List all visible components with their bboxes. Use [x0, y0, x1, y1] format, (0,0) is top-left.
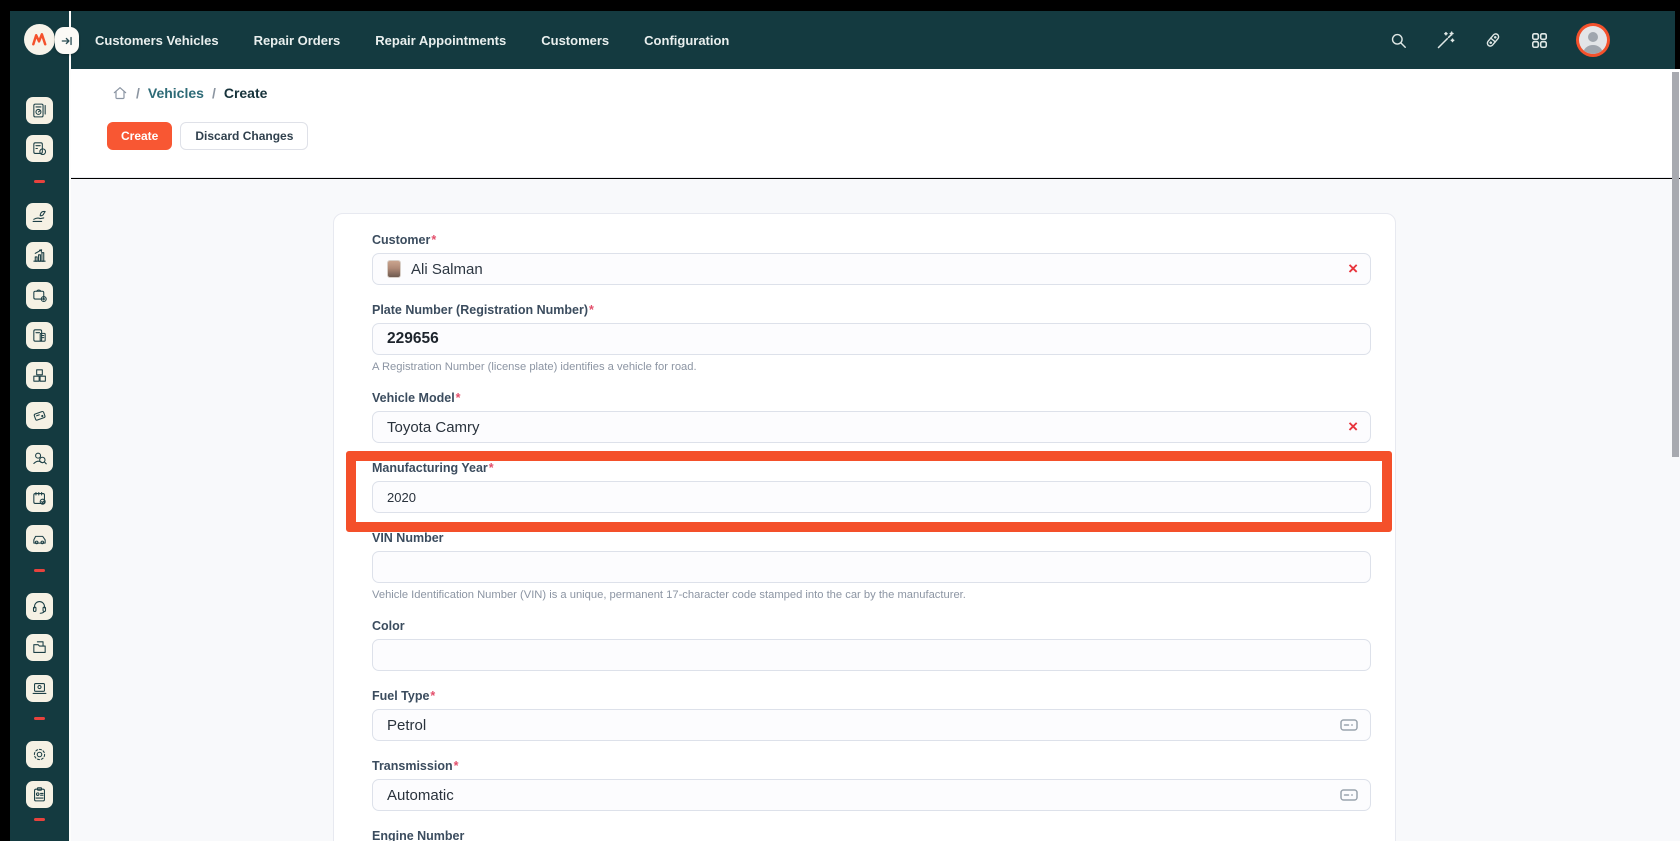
pos-terminal-icon[interactable]	[26, 402, 53, 429]
required-asterisk: *	[454, 759, 459, 773]
sidebar-separator	[34, 180, 45, 183]
nav-customers[interactable]: Customers	[541, 33, 609, 48]
manufacturing-year-input[interactable]: 2020	[372, 481, 1371, 513]
invoicing-icon[interactable]	[26, 322, 53, 349]
capsule-icon[interactable]	[1483, 30, 1503, 50]
vehicle-model-field-group: Vehicle Model* Toyota Camry ×	[372, 392, 1371, 443]
apps-grid-icon[interactable]	[1530, 31, 1549, 50]
plate-number-input[interactable]: 229656	[372, 323, 1371, 355]
required-asterisk: *	[431, 233, 436, 247]
transmission-field-group: Transmission* Automatic	[372, 760, 1371, 811]
accounting-icon[interactable]	[26, 135, 53, 162]
transmission-value: Automatic	[387, 787, 454, 804]
scale-icon[interactable]	[26, 282, 53, 309]
vehicle-model-value: Toyota Camry	[387, 419, 480, 436]
appointments-icon[interactable]	[26, 485, 53, 512]
main-menu: Customers Vehicles Repair Orders Repair …	[71, 33, 729, 48]
fuel-type-field-group: Fuel Type* Petrol	[372, 690, 1371, 741]
form-actions: Create Discard Changes	[107, 122, 308, 150]
required-asterisk: *	[430, 689, 435, 703]
breadcrumb-separator: /	[212, 85, 216, 101]
plate-number-field-group: Plate Number (Registration Number)* 2296…	[372, 304, 1371, 373]
sidebar-separator	[34, 569, 45, 572]
color-input[interactable]	[372, 639, 1371, 671]
fuel-type-value: Petrol	[387, 717, 426, 734]
sidebar-toggle-icon[interactable]	[55, 27, 79, 54]
fuel-type-label: Fuel Type*	[372, 690, 1371, 703]
vehicle-form-card: Customer* Ali Salman × Plate Number (Reg…	[333, 213, 1396, 841]
customer-field-group: Customer* Ali Salman ×	[372, 234, 1371, 285]
settings-icon[interactable]	[26, 741, 53, 768]
discard-changes-button[interactable]: Discard Changes	[180, 122, 308, 150]
search-icon[interactable]	[1389, 31, 1408, 50]
user-silhouette-icon	[1579, 26, 1607, 54]
sidebar-divider	[69, 11, 71, 841]
nav-customers-vehicles[interactable]: Customers Vehicles	[95, 33, 219, 48]
vin-input[interactable]	[372, 551, 1371, 583]
customer-label: Customer*	[372, 234, 1371, 247]
breadcrumb-separator: /	[136, 85, 140, 101]
hand-service-icon[interactable]	[26, 203, 53, 230]
page-header-band	[71, 69, 1680, 178]
breadcrumb: / Vehicles / Create	[112, 85, 267, 101]
breadcrumb-vehicles[interactable]: Vehicles	[148, 85, 204, 101]
brand-mark-icon	[30, 30, 49, 49]
color-label: Color	[372, 620, 1371, 633]
customer-avatar	[387, 260, 401, 278]
clear-vehicle-model-icon[interactable]: ×	[1348, 419, 1358, 435]
required-asterisk: *	[589, 303, 594, 317]
planner-icon[interactable]	[26, 97, 53, 124]
home-icon[interactable]	[112, 85, 128, 101]
vin-help: Vehicle Identification Number (VIN) is a…	[372, 590, 1371, 601]
vin-label: VIN Number	[372, 532, 1371, 545]
create-button[interactable]: Create	[107, 122, 172, 150]
manufacturing-year-value: 2020	[387, 490, 416, 505]
vehicle-model-label: Vehicle Model*	[372, 392, 1371, 405]
customer-field[interactable]: Ali Salman ×	[372, 253, 1371, 285]
recruitment-icon[interactable]	[26, 445, 53, 472]
fuel-type-select[interactable]: Petrol	[372, 709, 1371, 741]
transmission-select[interactable]: Automatic	[372, 779, 1371, 811]
sidebar-separator	[34, 717, 45, 720]
helpdesk-icon[interactable]	[26, 593, 53, 620]
nav-configuration[interactable]: Configuration	[644, 33, 729, 48]
magic-wand-icon[interactable]	[1435, 30, 1456, 51]
plate-number-help: A Registration Number (license plate) id…	[372, 362, 1371, 373]
employees-icon[interactable]	[26, 781, 53, 808]
elearning-icon[interactable]	[26, 675, 53, 702]
vehicles-icon[interactable]	[26, 525, 53, 552]
vin-field-group: VIN Number Vehicle Identification Number…	[372, 532, 1371, 601]
sales-chart-icon[interactable]	[26, 242, 53, 269]
engine-number-field-group: Engine Number	[372, 830, 1371, 841]
plate-number-label: Plate Number (Registration Number)*	[372, 304, 1371, 317]
documents-icon[interactable]	[26, 634, 53, 661]
select-dropdown-icon[interactable]	[1340, 789, 1358, 802]
customer-value: Ali Salman	[411, 261, 483, 278]
topbar-icon-group	[1389, 11, 1610, 69]
nav-repair-orders[interactable]: Repair Orders	[254, 33, 341, 48]
nav-repair-appointments[interactable]: Repair Appointments	[375, 33, 506, 48]
manufacturing-year-field-group: Manufacturing Year* 2020	[372, 462, 1371, 513]
color-field-group: Color	[372, 620, 1371, 671]
required-asterisk: *	[456, 391, 461, 405]
manufacturing-year-label: Manufacturing Year*	[372, 462, 1371, 475]
engine-number-label: Engine Number	[372, 830, 1371, 841]
clear-customer-icon[interactable]: ×	[1348, 261, 1358, 277]
sidebar-separator	[34, 818, 45, 821]
inventory-icon[interactable]	[26, 362, 53, 389]
plate-number-value: 229656	[387, 330, 439, 348]
select-dropdown-icon[interactable]	[1340, 719, 1358, 732]
user-avatar[interactable]	[1576, 23, 1610, 57]
app-logo[interactable]	[24, 24, 55, 55]
vertical-scrollbar[interactable]	[1672, 72, 1679, 457]
transmission-label: Transmission*	[372, 760, 1371, 773]
app-window: Customers Vehicles Repair Orders Repair …	[0, 0, 1680, 841]
breadcrumb-create: Create	[224, 85, 268, 101]
required-asterisk: *	[489, 461, 494, 475]
vehicle-model-field[interactable]: Toyota Camry ×	[372, 411, 1371, 443]
